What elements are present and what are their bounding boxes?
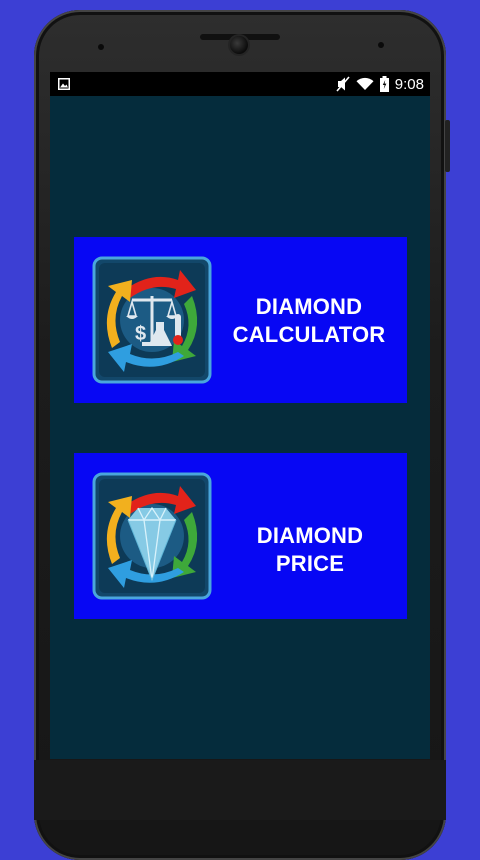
label-line-2: CALCULATOR [232,322,386,347]
power-button[interactable] [445,120,450,172]
phone-chin [34,760,446,820]
light-sensor [378,42,384,48]
calculator-tools-icon: $ [92,256,212,384]
app-screen: 9:08 $ DIAMOND CALCULATOR DIAMOND PRICE [50,72,430,759]
front-camera [230,36,248,54]
status-bar: 9:08 [50,72,430,96]
diamond-calculator-button[interactable]: $ DIAMOND CALCULATOR [74,237,407,403]
image-icon [58,78,70,90]
diamond-icon [92,472,212,600]
svg-text:$: $ [135,323,146,345]
status-time: 9:08 [394,75,424,93]
proximity-sensor [98,44,104,50]
label-line-1: DIAMOND [255,294,363,319]
diamond-price-button[interactable]: DIAMOND PRICE [74,453,407,619]
battery-icon [379,76,389,92]
diamond-price-label: DIAMOND PRICE [256,523,364,576]
diamond-calculator-label: DIAMOND CALCULATOR [224,293,394,349]
mute-icon [336,76,350,92]
wifi-icon [356,77,374,90]
